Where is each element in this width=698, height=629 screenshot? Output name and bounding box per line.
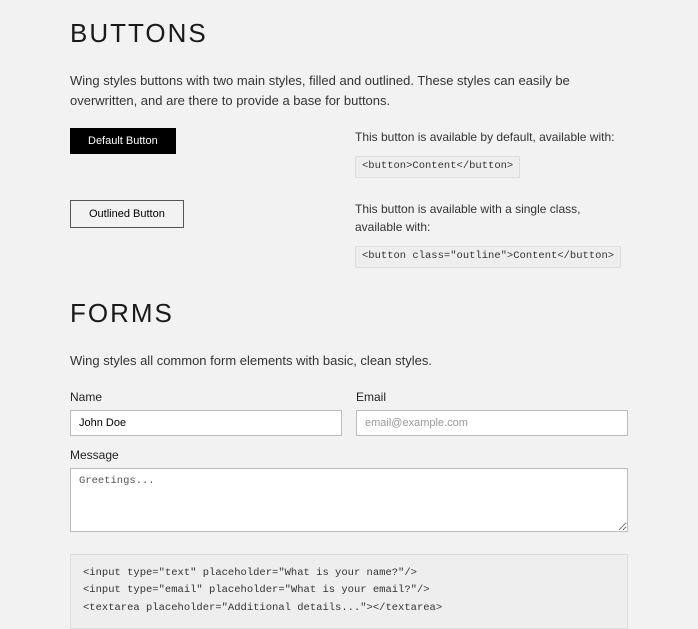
message-field-wrap: Message — [70, 446, 628, 538]
forms-code-block: <input type="text" placeholder="What is … — [70, 554, 628, 629]
outlined-button-row: Outlined Button This button is available… — [70, 200, 628, 268]
email-label: Email — [356, 388, 628, 406]
message-textarea[interactable] — [70, 468, 628, 532]
outlined-button-code: <button class="outline">Content</button> — [355, 246, 621, 268]
form-row-name-email: Name Email — [70, 388, 628, 436]
outlined-button-desc: This button is available with a single c… — [355, 200, 628, 236]
outlined-button-col: Outlined Button — [70, 200, 355, 228]
default-button-desc: This button is available by default, ava… — [355, 128, 628, 146]
forms-heading: FORMS — [70, 294, 628, 333]
name-field-wrap: Name — [70, 388, 342, 436]
default-button[interactable]: Default Button — [70, 128, 176, 154]
outlined-button-desc-col: This button is available with a single c… — [355, 200, 628, 268]
forms-description: Wing styles all common form elements wit… — [70, 351, 628, 371]
default-button-code: <button>Content</button> — [355, 156, 520, 178]
buttons-description: Wing styles buttons with two main styles… — [70, 71, 628, 110]
email-field-wrap: Email — [356, 388, 628, 436]
buttons-heading: BUTTONS — [70, 14, 628, 53]
default-button-row: Default Button This button is available … — [70, 128, 628, 178]
email-input[interactable] — [356, 410, 628, 436]
default-button-col: Default Button — [70, 128, 355, 154]
default-button-desc-col: This button is available by default, ava… — [355, 128, 628, 178]
name-label: Name — [70, 388, 342, 406]
name-input[interactable] — [70, 410, 342, 436]
message-label: Message — [70, 446, 628, 464]
forms-section: FORMS Wing styles all common form elemen… — [70, 294, 628, 629]
outlined-button[interactable]: Outlined Button — [70, 200, 184, 228]
